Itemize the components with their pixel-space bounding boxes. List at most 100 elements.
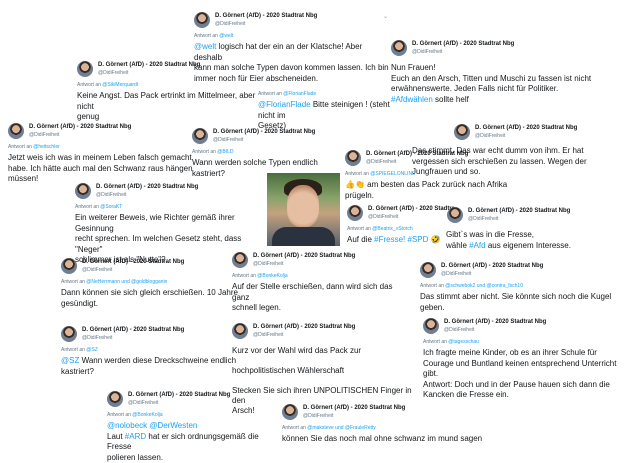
author-handle[interactable]: @DidiFreiheit (253, 261, 283, 267)
avatar[interactable] (232, 323, 248, 339)
tweet-card[interactable]: D. Görnert (AfD) - 2020 Stadtrat Nbg @Di… (423, 318, 633, 401)
mention-link[interactable]: @SZ (61, 356, 79, 365)
author-name[interactable]: D. Görnert (AfD) - 2020 Stadtrat Nbg (215, 13, 317, 19)
author-name[interactable]: D. Görnert (AfD) - 2020 Stadtrat Nbg (468, 208, 570, 214)
profile-photo (267, 173, 340, 246)
author-name[interactable]: D. Görnert (AfD) - 2020 Stadtrat Nbg (253, 324, 355, 330)
author-name[interactable]: D. Görnert (AfD) - 2020 Stadtrat Nbg (29, 124, 131, 130)
reply-line: Antwort an @SikiMerquardt (77, 82, 139, 88)
author-name[interactable]: D. Görnert (AfD) - 2020 Stadtrat Nbg (213, 129, 315, 135)
tweet-card[interactable]: D. Görnert (AfD) - 2020 Stadtrat Nbg @Di… (446, 207, 632, 251)
tweet-card[interactable]: D. Görnert (AfD) - 2020 Stadtrat Nbg @Di… (282, 404, 492, 445)
tweet-card[interactable]: D. Görnert (AfD) - 2020 Stadtrat Nbg @Di… (61, 326, 251, 377)
avatar[interactable] (454, 124, 470, 140)
author-name[interactable]: D. Görnert (AfD) - 2020 Stadtrat Nbg (475, 125, 577, 131)
tweet-card[interactable]: D. Görnert (AfD) - 2020 Stadtrat Nbg @Di… (420, 262, 630, 313)
author-name[interactable]: D. Görnert (AfD) - 2020 Stadtrat Nbg (444, 319, 546, 325)
author-handle[interactable]: @DidiFreiheit (368, 214, 398, 220)
reply-to-link[interactable]: @heitschler (33, 144, 59, 150)
tweet-card[interactable]: D. Görnert (AfD) - 2020 Stadtrat Nbg @Di… (8, 123, 203, 185)
author-handle[interactable]: @DidiFreiheit (366, 159, 396, 165)
tweet-card[interactable]: D. Görnert (AfD) - 2020 Stadtrat Nbg @Di… (61, 258, 251, 309)
avatar[interactable] (447, 207, 463, 223)
author-handle[interactable]: @DidiFreiheit (468, 216, 498, 222)
mention-link[interactable]: @welt (194, 42, 216, 51)
author-handle[interactable]: @DidiFreiheit (475, 133, 505, 139)
author-name[interactable]: D. Görnert (AfD) - 2020 Stadtrat Nbg (303, 405, 405, 411)
hashtag-link[interactable]: #ARD (125, 432, 146, 441)
reply-to-link[interactable]: @SZ (86, 347, 97, 353)
author-name[interactable]: D. Görnert (AfD) - 2020 Stadtra (368, 206, 455, 212)
tweet-card[interactable]: D. Görnert (AfD) - 2020 Stadtrat Nbg @Di… (391, 40, 631, 105)
author-name[interactable]: D. Görnert (AfD) - 2020 Stadtrat Nbg (96, 184, 198, 190)
reply-to-link[interactable]: @maksteve und @FrauleRetty (307, 425, 376, 431)
author-handle[interactable]: @DidiFreiheit (29, 132, 59, 138)
author-handle[interactable]: @DidiFreiheit (441, 271, 471, 277)
avatar[interactable] (77, 61, 93, 77)
hashtag-link[interactable]: #Afd (469, 241, 485, 250)
tweet-card[interactable]: D. Görnert (AfD) - 2020 Stadtrat Nbg @Di… (232, 252, 412, 314)
tweet-text: Das stimmt aber nicht. Sie könnte sich n… (420, 292, 612, 312)
avatar[interactable] (192, 128, 208, 144)
mention-link[interactable]: @nolobeck @DerWesten (107, 421, 197, 430)
reply-to-link[interactable]: @schwebok2 und @contra_fsch10 (445, 283, 523, 289)
reply-to-link[interactable]: @FlorianFlade (283, 91, 316, 97)
avatar[interactable] (107, 391, 123, 407)
author-name[interactable]: D. Görnert (AfD) - 2020 Stadtrat Nbg (253, 253, 355, 259)
reply-to-link[interactable]: @SoraKT (100, 204, 122, 210)
author-handle[interactable]: @DidiFreiheit (96, 192, 126, 198)
tweet-card[interactable]: D. Görnert (AfD) - 2020 Stadtrat Nbg @Di… (77, 61, 272, 123)
reply-to-link[interactable]: @SikiMerquardt (102, 82, 138, 88)
author-handle[interactable]: @DidiFreiheit (128, 400, 158, 406)
reply-line: Antwort an @schwebok2 und @contra_fsch10 (420, 283, 523, 289)
mention-link[interactable]: @FlorianFlade (258, 100, 311, 109)
author-handle[interactable]: @DidiFreiheit (444, 327, 474, 333)
avatar[interactable] (61, 326, 77, 342)
tweet-card[interactable]: D. Görnert (AfD) - 2020 Stadtrat Nbg @Di… (345, 150, 535, 201)
chevron-down-icon[interactable]: ⌄ (383, 13, 388, 20)
avatar[interactable] (345, 150, 361, 166)
author-name[interactable]: D. Görnert (AfD) - 2020 Stadtrat Nbg (412, 41, 514, 47)
reply-to-link[interactable]: @NeHerrmann und @goldblogganin (86, 279, 167, 285)
reply-to-link[interactable]: @BILD (217, 149, 233, 155)
avatar[interactable] (232, 252, 248, 268)
avatar[interactable] (61, 258, 77, 274)
avatar[interactable] (347, 205, 363, 221)
avatar[interactable] (282, 404, 298, 420)
author-name[interactable]: D. Görnert (AfD) - 2020 Stadtrat Nbg (366, 151, 468, 157)
author-handle[interactable]: @DidiFreiheit (98, 70, 128, 76)
tweet-card[interactable]: Antwort an @FlorianFlade @FlorianFlade B… (258, 90, 398, 132)
avatar[interactable] (194, 12, 210, 28)
tweet-card[interactable]: D. Görnert (AfD) - 2020 Stadtrat Nbg @Di… (107, 391, 282, 463)
reply-to-link[interactable]: @Beatrix_vStorch (372, 226, 412, 232)
reply-to-link[interactable]: @tagesschau (448, 339, 479, 345)
avatar[interactable] (75, 183, 91, 199)
author-name[interactable]: D. Görnert (AfD) - 2020 Stadtrat Nbg (128, 392, 230, 398)
author-name[interactable]: D. Görnert (AfD) - 2020 Stadtrat Nbg (441, 263, 543, 269)
reply-to-link[interactable]: @BonkeKolja (257, 273, 287, 279)
tweet-card[interactable]: D. Görnert (AfD) - 2020 Stadtrat Nbg @Di… (192, 128, 352, 179)
hashtag-link[interactable]: #Fresse! (374, 235, 405, 244)
tweet-text: Nun Frauen! Euch an den Arsch, Titten un… (391, 63, 592, 104)
author-handle[interactable]: @DidiFreiheit (82, 267, 112, 273)
avatar[interactable] (8, 123, 24, 139)
author-name[interactable]: D. Görnert (AfD) - 2020 Stadtrat Nbg (82, 259, 184, 265)
author-name[interactable]: D. Görnert (AfD) - 2020 Stadtrat Nbg (98, 62, 200, 68)
author-handle[interactable]: @DidiFreiheit (253, 332, 283, 338)
hashtag-link[interactable]: #SPD (408, 235, 429, 244)
reply-to-link[interactable]: @welt (219, 33, 233, 39)
author-handle[interactable]: @DidiFreiheit (82, 335, 112, 341)
author-handle[interactable]: @DidiFreiheit (303, 413, 333, 419)
avatar[interactable] (391, 40, 407, 56)
author-name[interactable]: D. Görnert (AfD) - 2020 Stadtrat Nbg (82, 327, 184, 333)
avatar[interactable] (420, 262, 436, 278)
author-handle[interactable]: @DidiFreiheit (213, 137, 243, 143)
reply-to-link[interactable]: @BonkeKolja (132, 412, 162, 418)
author-handle[interactable]: @DidiFreiheit (215, 21, 245, 27)
tweet-text: Ich fragte meine Kinder, ob es an ihrer … (423, 348, 617, 399)
reply-to-link[interactable]: @SPIEGELONLINE (370, 171, 415, 177)
tweet-card[interactable]: D. Görnert (AfD) - 2020 Stadtra @DidiFre… (347, 205, 455, 246)
hashtag-link[interactable]: #Afdwählen (391, 95, 433, 104)
avatar[interactable] (423, 318, 439, 334)
author-handle[interactable]: @DidiFreiheit (412, 49, 442, 55)
